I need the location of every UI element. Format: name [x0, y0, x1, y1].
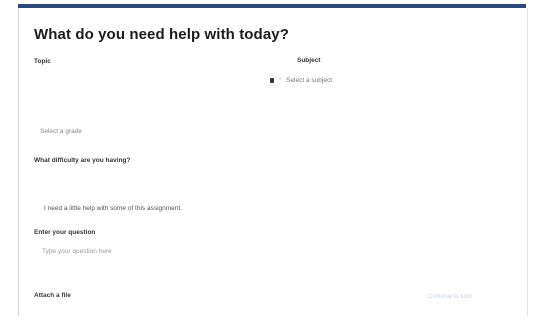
question-label: Enter your question [34, 229, 96, 236]
grade-placeholder: Select a grade [40, 127, 82, 135]
subject-label: Subject [297, 57, 321, 64]
grade-dropdown[interactable]: Select a grade [40, 125, 240, 137]
bullet-icon [270, 77, 274, 83]
subject-dropdown[interactable]: • Select a subject [270, 74, 380, 86]
page-title: What do you need help with today? [34, 26, 289, 43]
difficulty-label: What difficulty are you having? [34, 157, 131, 164]
subject-icon: • [279, 77, 282, 83]
difficulty-option[interactable]: I need a little help with some of this a… [44, 205, 182, 212]
page-frame: What do you need help with today? Topic … [0, 0, 546, 322]
topic-label: Topic [34, 58, 51, 65]
continue-hint: Continue to tutor [428, 294, 473, 300]
question-input[interactable] [38, 244, 526, 258]
attach-file-link[interactable]: Attach a file [34, 292, 71, 299]
subject-placeholder: Select a subject [286, 76, 332, 84]
